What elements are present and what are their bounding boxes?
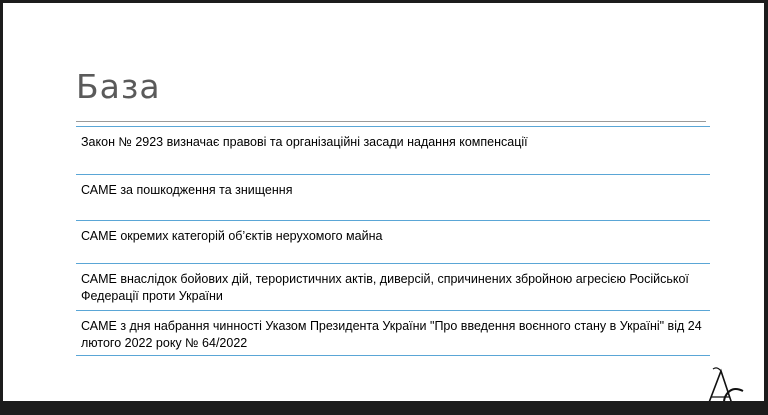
list-item: САМЕ окремих категорій об’єктів нерухомо… bbox=[76, 220, 710, 263]
list-item: САМЕ з дня набрання чинності Указом През… bbox=[76, 310, 710, 356]
slide-title: База bbox=[76, 67, 161, 106]
title-divider bbox=[76, 121, 706, 122]
presentation-slide: База Закон № 2923 визначає правові та ор… bbox=[3, 3, 764, 401]
window-bottom-bar bbox=[0, 401, 768, 415]
list-item: САМЕ за пошкодження та знищення bbox=[76, 174, 710, 220]
list-item: САМЕ внаслідок бойових дій, терористични… bbox=[76, 263, 710, 310]
ac-monogram-logo-icon bbox=[708, 367, 744, 401]
list-item: Закон № 2923 визначає правові та організ… bbox=[76, 126, 710, 174]
bullet-list: Закон № 2923 визначає правові та організ… bbox=[76, 126, 710, 356]
